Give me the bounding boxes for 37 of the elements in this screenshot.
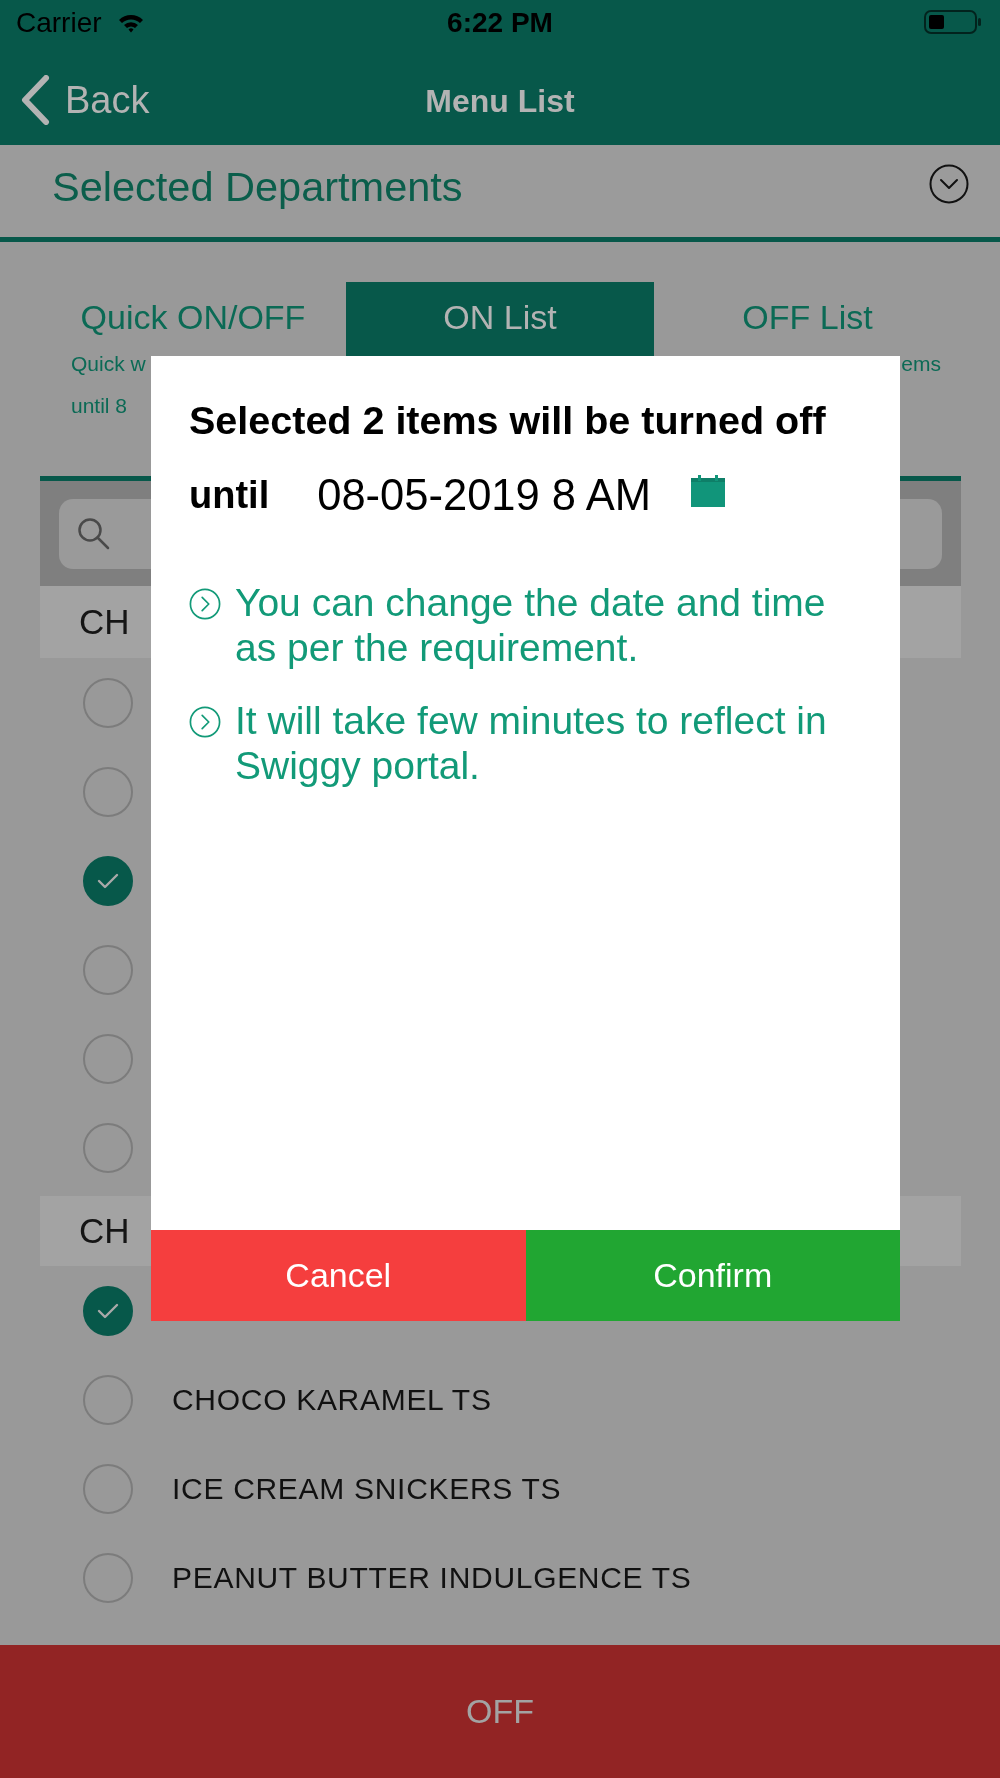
chevron-down-icon[interactable] [929, 164, 969, 204]
check-icon [97, 1302, 119, 1319]
radio-button[interactable] [83, 1552, 133, 1603]
radio-button[interactable] [83, 1033, 133, 1084]
radio-button[interactable] [83, 1285, 133, 1336]
tab-subtitle: until 8 [71, 394, 128, 418]
confirm-button[interactable]: Confirm [525, 1230, 900, 1321]
screen-title: Menu List [425, 82, 575, 121]
wifi-icon [117, 13, 144, 33]
radio-button[interactable] [83, 944, 133, 995]
item-name: ICE CREAM SNICKERS TS [172, 1471, 562, 1506]
radio-button[interactable] [83, 855, 133, 906]
search-icon [77, 517, 111, 551]
battery-icon [924, 10, 982, 34]
radio-button[interactable] [83, 1374, 133, 1425]
department-label: Selected Departments [52, 163, 463, 211]
info-note: It will take few minutes to reflect in Swiggy portal. [235, 698, 828, 788]
dialog-title: Selected 2 items will be turned off [189, 400, 827, 440]
date-value[interactable]: 08-05-2019 8 AM [317, 470, 651, 520]
chevron-circle-icon [189, 706, 221, 738]
cancel-button[interactable]: Cancel [151, 1230, 526, 1321]
item-name: CHOCO KARAMEL TS [172, 1382, 492, 1417]
off-button[interactable]: OFF [0, 1645, 1000, 1778]
status-time: 6:22 PM [447, 7, 553, 39]
item-name: PEANUT BUTTER INDULGENCE TS [172, 1560, 692, 1595]
radio-button[interactable] [83, 1463, 133, 1514]
back-button[interactable]: Back [19, 74, 150, 125]
tab[interactable]: ON List [346, 282, 654, 356]
carrier-name: Carrier [16, 7, 102, 39]
back-chevron-icon [19, 74, 51, 125]
check-icon [97, 872, 119, 889]
calendar-icon[interactable] [690, 475, 725, 507]
until-label: until [189, 473, 270, 517]
radio-button[interactable] [83, 677, 133, 728]
radio-button[interactable] [83, 766, 133, 817]
chevron-circle-icon [189, 588, 221, 620]
radio-button[interactable] [83, 1122, 133, 1173]
